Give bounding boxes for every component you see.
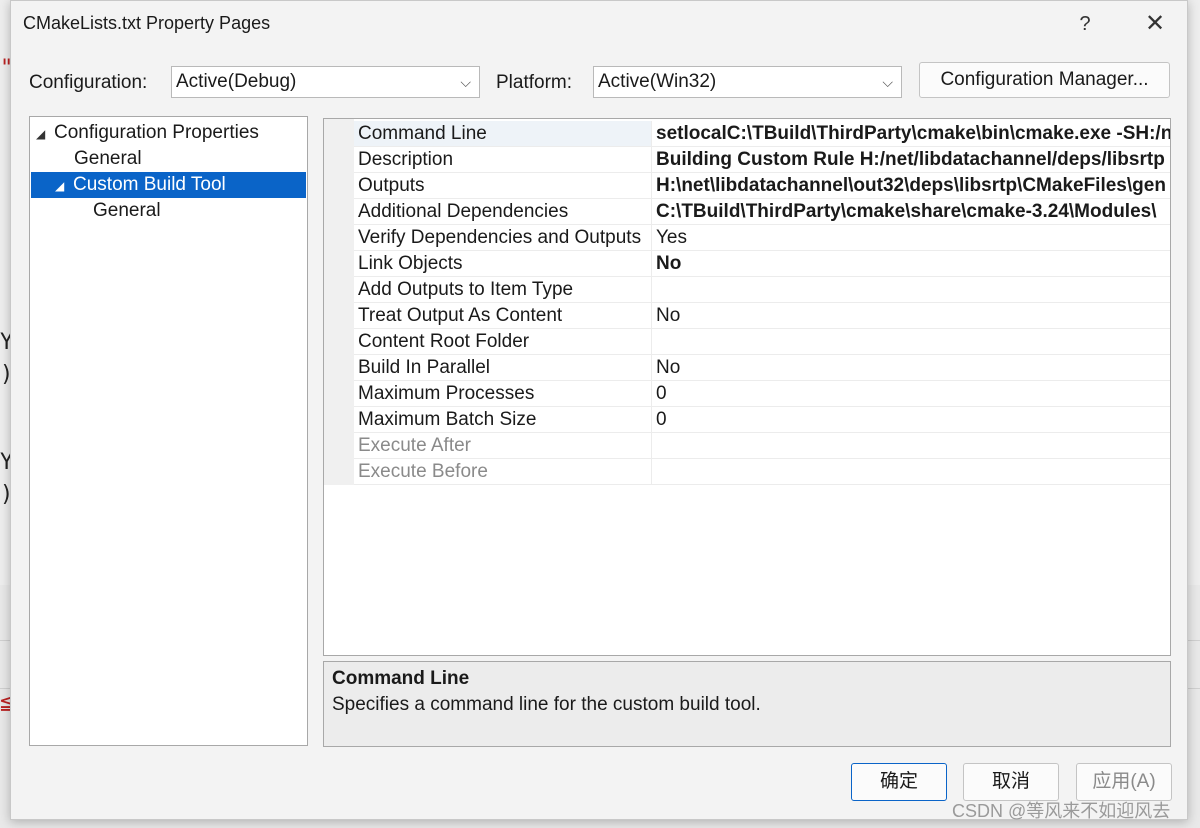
tree-item-general-sub[interactable]: General <box>93 198 303 224</box>
property-row[interactable]: Add Outputs to Item Type <box>354 277 1170 303</box>
property-name: Description <box>354 147 652 172</box>
tree-item-label: General <box>93 200 161 221</box>
property-grid: Command Line setlocalC:\TBuild\ThirdParty… <box>323 118 1171 656</box>
tree-item-custom-build-tool[interactable]: ◢ Custom Build Tool <box>31 172 306 198</box>
title-bar: CMakeLists.txt Property Pages ? ✕ <box>11 1 1187 47</box>
property-name: Content Root Folder <box>354 329 652 354</box>
tree-item-label: Configuration Properties <box>54 122 259 143</box>
property-row[interactable]: Treat Output As Content No <box>354 303 1170 329</box>
property-row[interactable]: Content Root Folder <box>354 329 1170 355</box>
property-name: Treat Output As Content <box>354 303 652 328</box>
property-row[interactable]: Outputs H:\net\libdatachannel\out32\deps\… <box>354 173 1170 199</box>
tree-item-label: General <box>74 148 142 169</box>
property-name: Command Line <box>354 121 652 146</box>
property-name: Outputs <box>354 173 652 198</box>
close-button[interactable]: ✕ <box>1133 7 1177 41</box>
property-row[interactable]: Additional Dependencies C:\TBuild\ThirdPa… <box>354 199 1170 225</box>
property-row[interactable]: Command Line setlocalC:\TBuild\ThirdParty… <box>354 121 1170 147</box>
property-value[interactable] <box>652 459 1170 484</box>
property-row[interactable]: Maximum Processes 0 <box>354 381 1170 407</box>
property-name: Build In Parallel <box>354 355 652 380</box>
configuration-manager-button[interactable]: Configuration Manager... <box>919 62 1170 98</box>
property-value[interactable]: H:\net\libdatachannel\out32\deps\libsrtp… <box>652 173 1170 198</box>
property-row[interactable]: Maximum Batch Size 0 <box>354 407 1170 433</box>
property-row[interactable]: Link Objects No <box>354 251 1170 277</box>
property-row[interactable]: Description Building Custom Rule H:/net/l… <box>354 147 1170 173</box>
property-name: Maximum Batch Size <box>354 407 652 432</box>
property-value[interactable]: No <box>652 251 1170 276</box>
property-row[interactable]: Execute Before <box>354 459 1170 485</box>
property-value[interactable]: 0 <box>652 381 1170 406</box>
expanded-triangle-icon: ◢ <box>36 127 46 141</box>
dialog-title: CMakeLists.txt Property Pages <box>23 13 271 33</box>
property-row[interactable]: Execute After <box>354 433 1170 459</box>
help-button[interactable]: ? <box>1063 7 1107 41</box>
apply-button[interactable]: 应用(A) <box>1076 763 1172 801</box>
tree-item-general[interactable]: General <box>74 146 304 172</box>
description-text: Specifies a command line for the custom … <box>332 694 761 715</box>
property-name: Additional Dependencies <box>354 199 652 224</box>
property-value[interactable] <box>652 433 1170 458</box>
watermark: CSDN @等风来不如迎风去 <box>952 801 1171 821</box>
property-value[interactable]: setlocalC:\TBuild\ThirdParty\cmake\bin\c… <box>652 121 1170 146</box>
platform-value: Active(Win32) <box>598 71 717 92</box>
property-value[interactable]: C:\TBuild\ThirdParty\cmake\share\cmake-3… <box>652 199 1170 224</box>
configuration-label: Configuration: <box>29 72 148 93</box>
configuration-dropdown[interactable]: Active(Debug) ⌵ <box>171 66 480 98</box>
property-value[interactable]: No <box>652 303 1170 328</box>
property-name: Add Outputs to Item Type <box>354 277 652 302</box>
property-pages-dialog: CMakeLists.txt Property Pages ? ✕ Config… <box>10 0 1188 820</box>
expanded-triangle-icon: ◢ <box>55 179 65 193</box>
property-value[interactable] <box>652 277 1170 302</box>
property-value[interactable]: Yes <box>652 225 1170 250</box>
property-name: Link Objects <box>354 251 652 276</box>
property-value[interactable]: No <box>652 355 1170 380</box>
property-tree: ◢ Configuration Properties General ◢ Custo… <box>29 116 308 746</box>
property-name: Execute Before <box>354 459 652 484</box>
ok-button[interactable]: 确定 <box>851 763 947 801</box>
cancel-button[interactable]: 取消 <box>963 763 1059 801</box>
property-row[interactable]: Verify Dependencies and Outputs Yes <box>354 225 1170 251</box>
chevron-down-icon: ⌵ <box>882 74 893 90</box>
description-title: Command Line <box>332 668 470 689</box>
grid-gutter <box>324 119 354 485</box>
description-pane: Command Line Specifies a command line fo… <box>323 661 1171 747</box>
property-value[interactable]: 0 <box>652 407 1170 432</box>
property-row[interactable]: Build In Parallel No <box>354 355 1170 381</box>
property-name: Maximum Processes <box>354 381 652 406</box>
property-value[interactable]: Building Custom Rule H:/net/libdatachann… <box>652 147 1170 172</box>
property-value[interactable] <box>652 329 1170 354</box>
property-name: Execute After <box>354 433 652 458</box>
tree-item-configuration-properties[interactable]: ◢ Configuration Properties <box>36 120 304 146</box>
tree-item-label: Custom Build Tool <box>73 174 226 195</box>
property-name: Verify Dependencies and Outputs <box>354 225 652 250</box>
platform-label: Platform: <box>496 72 573 93</box>
platform-dropdown[interactable]: Active(Win32) ⌵ <box>593 66 902 98</box>
configuration-value: Active(Debug) <box>176 71 297 92</box>
chevron-down-icon: ⌵ <box>460 74 471 90</box>
